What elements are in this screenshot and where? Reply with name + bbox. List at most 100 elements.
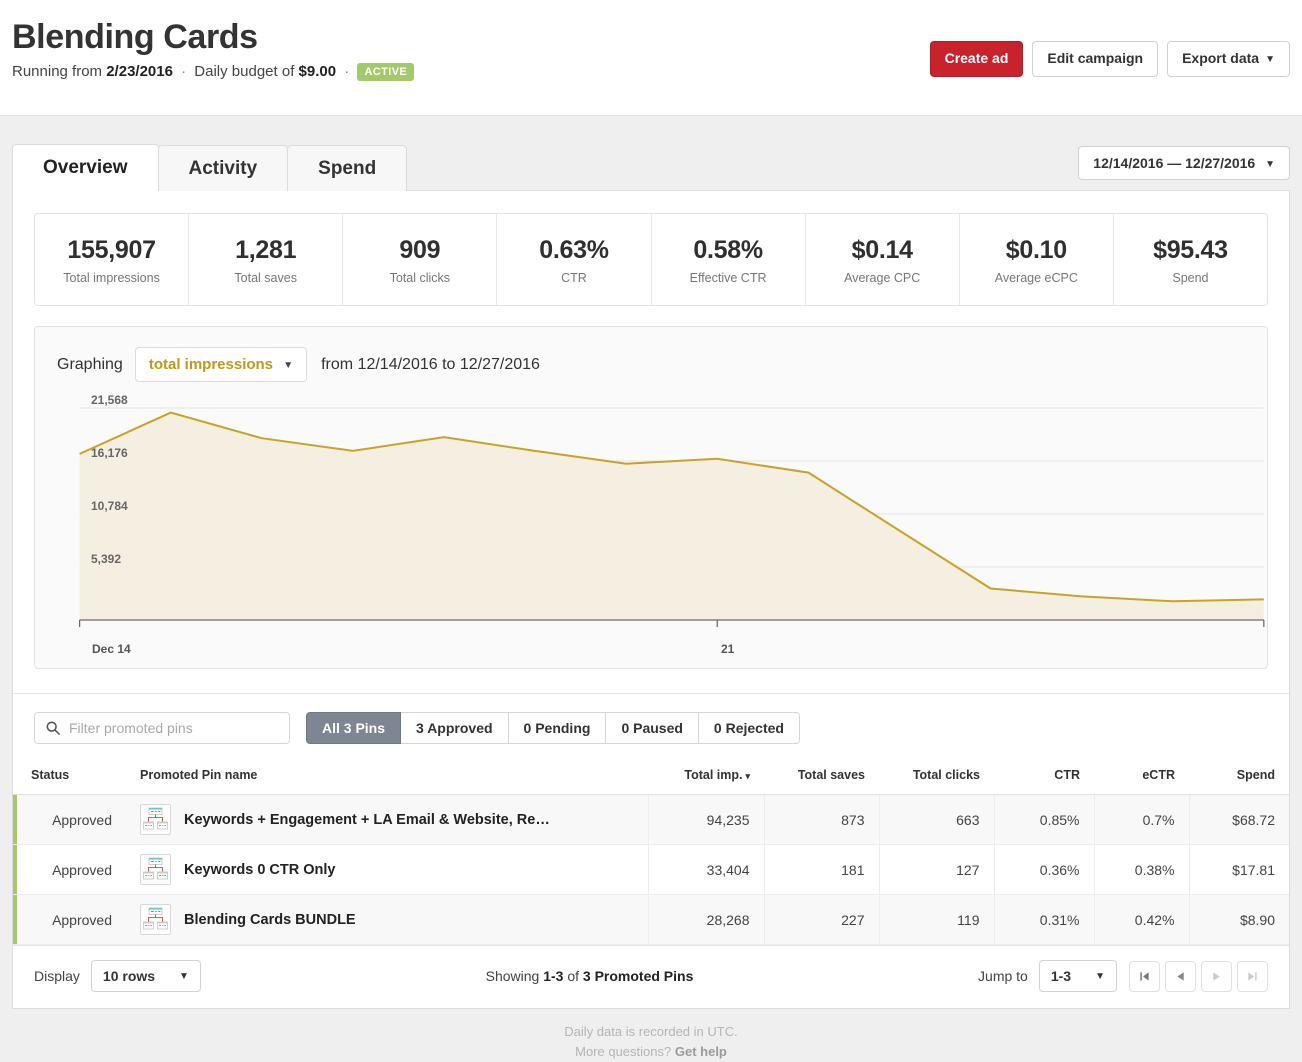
cell-total-clicks: 663	[878, 794, 994, 845]
first-page-button[interactable]	[1129, 960, 1160, 992]
stat-label: Average CPC	[844, 271, 921, 285]
graphing-label: Graphing	[57, 355, 123, 373]
sort-descending-icon: ▾	[745, 771, 750, 781]
segment-approved[interactable]: 3 Approved	[401, 712, 509, 744]
x-tick-label: Dec 14	[92, 642, 131, 656]
pin-name-label[interactable]: Keywords 0 CTR Only	[184, 862, 335, 878]
cell-ectr: 0.7%	[1093, 794, 1189, 845]
edit-campaign-button[interactable]: Edit campaign	[1032, 41, 1159, 77]
chevron-down-icon: ▼	[283, 360, 294, 371]
column-header-ectr[interactable]: eCTR	[1094, 760, 1189, 795]
stat-label: CTR	[561, 271, 587, 285]
help-note: More questions? Get help	[12, 1042, 1290, 1062]
cell-pin-name: Keywords 0 CTR Only	[126, 844, 648, 895]
stats-section: 155,907 Total impressions 1,281 Total sa…	[13, 191, 1289, 306]
chevron-down-icon: ▼	[1265, 54, 1275, 65]
export-data-button[interactable]: Export data ▼	[1167, 41, 1290, 77]
get-help-link[interactable]: Get help	[675, 1044, 727, 1059]
column-header-pin-name[interactable]: Promoted Pin name	[126, 760, 648, 795]
tab-bar: Overview Activity Spend 12/14/2016 — 12/…	[12, 140, 1290, 191]
segment-rejected[interactable]: 0 Rejected	[698, 712, 800, 744]
column-header-ctr[interactable]: CTR	[994, 760, 1094, 795]
page-header: Blending Cards Running from 2/23/2016 · …	[0, 0, 1302, 116]
metric-select[interactable]: total impressions ▼	[134, 347, 308, 382]
impressions-area-chart: 21,568 16,176 10,784 5,392	[35, 393, 1267, 642]
date-range-picker[interactable]: 12/14/2016 — 12/27/2016 ▼	[1078, 146, 1290, 180]
column-header-total-imp[interactable]: Total imp. ▾	[648, 760, 764, 795]
showing-mid: of	[567, 968, 580, 984]
next-page-button[interactable]	[1201, 960, 1232, 992]
pin-name-label[interactable]: Keywords + Engagement + LA Email & Websi…	[184, 812, 550, 828]
utc-note: Daily data is recorded in UTC.	[564, 1024, 738, 1039]
graph-card: Graphing total impressions ▼ from 12/14/…	[34, 326, 1268, 669]
search-icon	[46, 721, 60, 740]
showing-total: 3 Promoted Pins	[582, 968, 694, 984]
header-actions: Create ad Edit campaign Export data ▼	[929, 41, 1290, 77]
cell-status: Approved	[13, 894, 126, 945]
column-header-total-saves[interactable]: Total saves	[764, 760, 879, 795]
y-tick-label: 5,392	[91, 552, 122, 566]
create-ad-button[interactable]: Create ad	[929, 41, 1024, 77]
help-note-prefix: More questions?	[575, 1044, 672, 1060]
tab-overview[interactable]: Overview	[12, 144, 159, 191]
jump-to-label: Jump to	[978, 968, 1028, 984]
column-header-total-imp-label: Total imp.	[684, 768, 743, 782]
cell-total-saves: 227	[763, 894, 879, 945]
cell-pin-name: Blending Cards BUNDLE	[126, 894, 648, 945]
rows-per-page-value: 10 rows	[102, 968, 156, 984]
segment-paused[interactable]: 0 Paused	[606, 712, 699, 744]
previous-page-button[interactable]	[1165, 960, 1196, 992]
table-row[interactable]: Approved	[13, 844, 1289, 895]
footer-note: Daily data is recorded in UTC. More ques…	[12, 1009, 1290, 1062]
cell-total-imp: 28,268	[647, 894, 764, 945]
cell-total-clicks: 127	[878, 844, 994, 895]
content-shell: Overview Activity Spend 12/14/2016 — 12/…	[0, 116, 1302, 1062]
tab-spend[interactable]: Spend	[287, 145, 408, 191]
stat-value: 909	[399, 236, 441, 264]
start-date: 2/23/2016	[106, 63, 173, 81]
y-tick-label: 16,176	[91, 446, 128, 460]
segment-pending[interactable]: 0 Pending	[508, 712, 607, 744]
table-row[interactable]: Approved	[13, 794, 1289, 845]
showing-summary: Showing 1-3 of 3 Promoted Pins	[201, 968, 978, 984]
chevron-down-icon: ▼	[1265, 159, 1275, 170]
column-header-total-clicks[interactable]: Total clicks	[879, 760, 994, 795]
stat-label: Spend	[1172, 271, 1209, 285]
cell-pin-name: Keywords + Engagement + LA Email & Websi…	[126, 794, 648, 845]
stats-row: 155,907 Total impressions 1,281 Total sa…	[34, 213, 1268, 306]
display-label: Display	[34, 968, 80, 984]
table-body: Approved Keywords + Engagement + LA Emai…	[13, 794, 1289, 945]
filter-search-box[interactable]	[34, 712, 290, 744]
pin-name-label[interactable]: Blending Cards BUNDLE	[184, 912, 356, 928]
segment-all-pins[interactable]: All 3 Pins	[306, 712, 402, 744]
export-data-label: Export data	[1182, 50, 1260, 66]
cell-total-clicks: 119	[878, 894, 994, 945]
column-header-spend[interactable]: Spend	[1189, 760, 1289, 795]
search-input[interactable]	[35, 713, 289, 743]
cell-spend: $68.72	[1188, 794, 1289, 845]
stat-total-clicks: 909 Total clicks	[342, 214, 496, 305]
pin-filters: All 3 Pins 3 Approved 0 Pending 0 Paused…	[13, 693, 1289, 760]
column-header-status[interactable]: Status	[13, 760, 126, 795]
stat-label: Total saves	[234, 271, 297, 285]
stat-total-impressions: 155,907 Total impressions	[35, 214, 188, 305]
cell-ctr: 0.36%	[993, 844, 1094, 895]
stat-value: 155,907	[67, 236, 156, 264]
graph-range-text: from 12/14/2016 to 12/27/2016	[321, 355, 540, 373]
stat-average-ecpc: $0.10 Average eCPC	[958, 214, 1113, 305]
jump-to-select[interactable]: 1-3 ▼	[1038, 960, 1117, 992]
rows-per-page-select[interactable]: 10 rows ▼	[90, 960, 201, 992]
cell-total-saves: 873	[763, 794, 879, 845]
pagination-buttons	[1129, 960, 1268, 992]
x-tick-label: 21	[721, 642, 735, 656]
tab-activity[interactable]: Activity	[157, 145, 289, 191]
showing-prefix: Showing	[485, 968, 540, 984]
stat-total-saves: 1,281 Total saves	[188, 214, 342, 305]
graph-controls: Graphing total impressions ▼ from 12/14/…	[35, 327, 1267, 396]
last-page-button[interactable]	[1237, 960, 1268, 992]
stat-value: 0.63%	[539, 236, 609, 264]
stat-value: $0.14	[851, 236, 913, 264]
table-header: Status Promoted Pin name Total imp. ▾ Tot…	[13, 760, 1289, 795]
table-row[interactable]: Approved	[13, 894, 1289, 945]
cell-ectr: 0.38%	[1093, 844, 1189, 895]
